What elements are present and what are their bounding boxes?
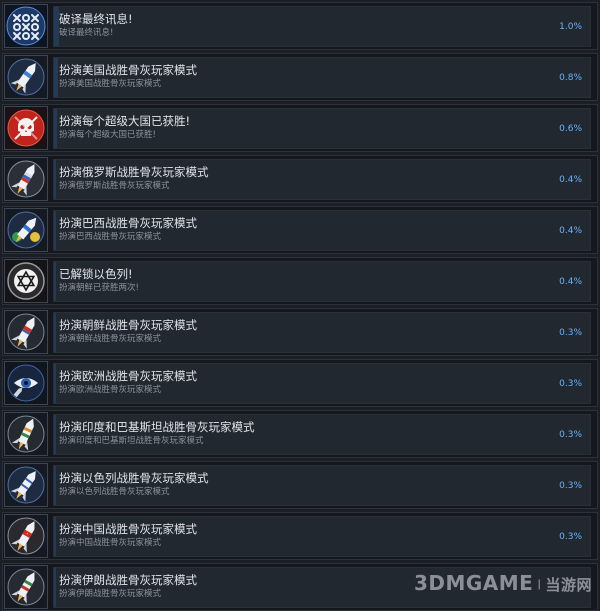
achievement-progress: 扮演朝鲜战胜骨灰玩家模式 扮演朝鲜战胜骨灰玩家模式 0.3%	[53, 312, 591, 353]
achievement-description: 扮演朝鲜战胜骨灰玩家模式	[59, 334, 162, 344]
achievement-description: 扮演印度和巴基斯坦战胜骨灰玩家模式	[59, 436, 204, 446]
progress-fill	[54, 517, 56, 556]
achievement-title: 扮演每个超级大国已获胜!	[59, 114, 191, 128]
achievement-description: 扮演每个超级大国已获胜!	[59, 130, 156, 140]
unlock-percentage: 0.3%	[559, 379, 582, 389]
achievement-title: 扮演朝鲜战胜骨灰玩家模式	[59, 318, 197, 332]
missile-icon	[4, 565, 48, 609]
achievement-title: 扮演美国战胜骨灰玩家模式	[59, 63, 197, 77]
missile-icon	[4, 157, 48, 201]
progress-fill	[54, 364, 56, 403]
achievement-row[interactable]: 扮演伊朗战胜骨灰玩家模式 扮演伊朗战胜骨灰玩家模式	[2, 563, 598, 611]
unlock-percentage: 0.8%	[559, 73, 582, 83]
achievement-title: 扮演中国战胜骨灰玩家模式	[59, 522, 197, 536]
achievement-description: 破译最终讯息!	[59, 28, 114, 38]
progress-fill	[54, 160, 57, 199]
achievement-title: 扮演以色列战胜骨灰玩家模式	[59, 471, 209, 485]
skull-icon	[4, 106, 48, 150]
missile-icon	[4, 310, 48, 354]
progress-fill	[54, 415, 56, 454]
achievement-progress: 扮演美国战胜骨灰玩家模式 扮演美国战胜骨灰玩家模式 0.8%	[53, 57, 591, 98]
achievement-progress: 扮演中国战胜骨灰玩家模式 扮演中国战胜骨灰玩家模式 0.3%	[53, 516, 591, 557]
progress-fill	[54, 109, 58, 148]
missile-icon	[4, 514, 48, 558]
achievement-row[interactable]: 扮演俄罗斯战胜骨灰玩家模式 扮演俄罗斯战胜骨灰玩家模式 0.4%	[2, 155, 598, 203]
achievement-row[interactable]: 扮演欧洲战胜骨灰玩家模式 扮演欧洲战胜骨灰玩家模式 0.3%	[2, 359, 598, 407]
unlock-percentage: 0.4%	[559, 277, 582, 287]
unlock-percentage: 0.3%	[559, 532, 582, 542]
achievement-row[interactable]: 扮演美国战胜骨灰玩家模式 扮演美国战胜骨灰玩家模式 0.8%	[2, 53, 598, 101]
achievement-row[interactable]: 破译最终讯息! 破译最终讯息! 1.0%	[2, 2, 598, 50]
progress-fill	[54, 58, 59, 97]
achievement-description: 扮演伊朗战胜骨灰玩家模式	[59, 589, 162, 599]
achievement-progress: 破译最终讯息! 破译最终讯息! 1.0%	[53, 6, 591, 47]
achievement-title: 扮演俄罗斯战胜骨灰玩家模式	[59, 165, 209, 179]
achievement-title: 扮演伊朗战胜骨灰玩家模式	[59, 573, 197, 587]
achievement-list: 破译最终讯息! 破译最终讯息! 1.0% 扮演美国战胜骨灰玩家模式 扮演美国战胜…	[0, 0, 600, 611]
eye-missile-icon	[4, 361, 48, 405]
achievement-row[interactable]: 扮演每个超级大国已获胜! 扮演每个超级大国已获胜! 0.6%	[2, 104, 598, 152]
achievement-title: 扮演印度和巴基斯坦战胜骨灰玩家模式	[59, 420, 255, 434]
star-of-david-icon	[4, 259, 48, 303]
achievement-progress: 扮演巴西战胜骨灰玩家模式 扮演巴西战胜骨灰玩家模式 0.4%	[53, 210, 591, 251]
unlock-percentage: 0.4%	[559, 175, 582, 185]
progress-fill	[54, 262, 57, 301]
missile-icon	[4, 208, 48, 252]
progress-fill	[54, 211, 57, 250]
unlock-percentage: 0.3%	[559, 328, 582, 338]
achievement-row[interactable]: 扮演以色列战胜骨灰玩家模式 扮演以色列战胜骨灰玩家模式 0.3%	[2, 461, 598, 509]
achievement-progress: 扮演印度和巴基斯坦战胜骨灰玩家模式 扮演印度和巴基斯坦战胜骨灰玩家模式 0.3%	[53, 414, 591, 455]
progress-fill	[54, 313, 56, 352]
unlock-percentage: 1.0%	[559, 22, 582, 32]
achievement-progress: 扮演俄罗斯战胜骨灰玩家模式 扮演俄罗斯战胜骨灰玩家模式 0.4%	[53, 159, 591, 200]
achievement-description: 扮演欧洲战胜骨灰玩家模式	[59, 385, 162, 395]
achievement-description: 扮演巴西战胜骨灰玩家模式	[59, 232, 162, 242]
missile-icon	[4, 463, 48, 507]
missile-icon	[4, 412, 48, 456]
unlock-percentage: 0.6%	[559, 124, 582, 134]
achievement-description: 扮演以色列战胜骨灰玩家模式	[59, 487, 170, 497]
achievement-progress: 扮演伊朗战胜骨灰玩家模式 扮演伊朗战胜骨灰玩家模式	[53, 567, 591, 608]
achievement-row[interactable]: 扮演朝鲜战胜骨灰玩家模式 扮演朝鲜战胜骨灰玩家模式 0.3%	[2, 308, 598, 356]
achievement-row[interactable]: 已解锁以色列! 扮演朝鲜已获胜两次! 0.4%	[2, 257, 598, 305]
achievement-description: 扮演朝鲜已获胜两次!	[59, 283, 139, 293]
achievement-row[interactable]: 扮演印度和巴基斯坦战胜骨灰玩家模式 扮演印度和巴基斯坦战胜骨灰玩家模式 0.3%	[2, 410, 598, 458]
achievement-row[interactable]: 扮演巴西战胜骨灰玩家模式 扮演巴西战胜骨灰玩家模式 0.4%	[2, 206, 598, 254]
missile-icon	[4, 55, 48, 99]
achievement-progress: 扮演欧洲战胜骨灰玩家模式 扮演欧洲战胜骨灰玩家模式 0.3%	[53, 363, 591, 404]
achievement-title: 扮演巴西战胜骨灰玩家模式	[59, 216, 197, 230]
achievement-description: 扮演美国战胜骨灰玩家模式	[59, 79, 162, 89]
unlock-percentage: 0.3%	[559, 430, 582, 440]
achievement-description: 扮演中国战胜骨灰玩家模式	[59, 538, 162, 548]
achievement-progress: 已解锁以色列! 扮演朝鲜已获胜两次! 0.4%	[53, 261, 591, 302]
achievement-description: 扮演俄罗斯战胜骨灰玩家模式	[59, 181, 170, 191]
achievement-title: 已解锁以色列!	[59, 267, 133, 281]
progress-fill	[54, 466, 56, 505]
progress-fill	[54, 568, 56, 607]
unlock-percentage: 0.4%	[559, 226, 582, 236]
unlock-percentage: 0.3%	[559, 481, 582, 491]
achievement-row[interactable]: 扮演中国战胜骨灰玩家模式 扮演中国战胜骨灰玩家模式 0.3%	[2, 512, 598, 560]
achievement-progress: 扮演每个超级大国已获胜! 扮演每个超级大国已获胜! 0.6%	[53, 108, 591, 149]
achievement-title: 破译最终讯息!	[59, 12, 133, 26]
encoded-symbols-icon	[4, 4, 48, 48]
achievement-progress: 扮演以色列战胜骨灰玩家模式 扮演以色列战胜骨灰玩家模式 0.3%	[53, 465, 591, 506]
achievement-title: 扮演欧洲战胜骨灰玩家模式	[59, 369, 197, 383]
